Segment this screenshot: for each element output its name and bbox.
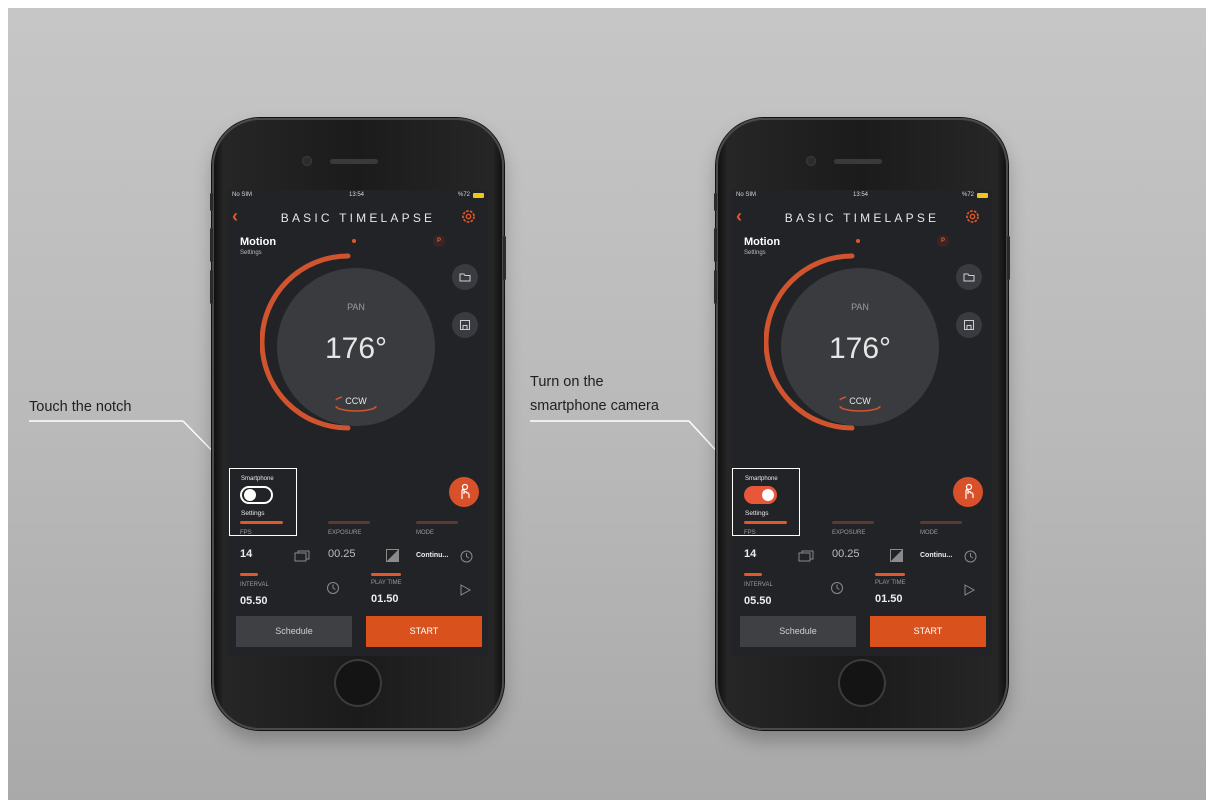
interval-indicator — [240, 573, 258, 576]
dial-direction-label: CCW — [345, 396, 367, 406]
highlight-box-right — [732, 468, 800, 536]
fps-value[interactable]: 14 — [240, 548, 252, 560]
exposure-indicator — [328, 521, 370, 524]
app-screen: No SIM 13:54 %72 ‹ BASIC TIMELAPSE Motio… — [228, 190, 488, 656]
clock-label: 13:54 — [853, 192, 869, 198]
carrier-label: No SIM — [232, 192, 253, 198]
exposure-label: EXPOSURE — [328, 530, 362, 536]
folder-button[interactable] — [956, 264, 982, 290]
playtime-indicator — [875, 573, 905, 576]
frames-icon — [294, 550, 310, 562]
callout-touch-notch: Touch the notch — [29, 399, 132, 415]
folder-button[interactable] — [452, 264, 478, 290]
exposure-value[interactable]: 00.25 — [832, 548, 860, 560]
earpiece-speaker — [834, 159, 882, 164]
screen-title: BASIC TIMELAPSE — [280, 211, 436, 225]
interval-indicator — [744, 573, 762, 576]
dial-angle-value: 176° — [325, 332, 387, 365]
page-indicator-dot — [352, 239, 356, 243]
play-icon[interactable] — [963, 584, 975, 596]
interval-timer-icon — [831, 582, 843, 594]
earpiece-speaker — [330, 159, 378, 164]
callout-turn-on-camera: Turn on the smartphone camera — [530, 374, 659, 414]
gear-icon[interactable] — [460, 208, 477, 225]
status-bar: No SIM 13:54 %72 — [228, 192, 488, 202]
folder-icon — [963, 273, 975, 282]
exposure-label: EXPOSURE — [832, 530, 866, 536]
gear-icon[interactable] — [964, 208, 981, 225]
right-phone: No SIM 13:54 %72 ‹ BASIC TIMELAPSE Motio… — [714, 118, 1010, 730]
home-button[interactable] — [838, 659, 886, 707]
status-bar: No SIM 13:54 %72 — [732, 192, 992, 202]
interval-label: INTERVAL — [744, 582, 773, 588]
hand-touch-icon — [965, 483, 974, 499]
mode-indicator — [416, 521, 458, 524]
front-camera-icon — [807, 157, 815, 165]
interval-value[interactable]: 05.50 — [744, 595, 772, 607]
play-icon[interactable] — [459, 584, 471, 596]
schedule-button[interactable]: Schedule — [236, 616, 352, 647]
mode-indicator — [920, 521, 962, 524]
save-button[interactable] — [452, 312, 478, 338]
battery-icon — [473, 193, 484, 198]
hand-touch-icon — [461, 483, 470, 499]
timer-icon — [964, 550, 977, 563]
mode-value[interactable]: Continu... — [920, 552, 952, 559]
exposure-icon — [386, 549, 399, 562]
front-camera-icon — [303, 157, 311, 165]
playtime-value[interactable]: 01.50 — [371, 593, 399, 605]
carrier-label: No SIM — [736, 192, 757, 198]
clock-label: 13:54 — [349, 192, 365, 198]
joystick-button[interactable] — [953, 477, 983, 507]
save-icon — [964, 320, 974, 330]
timer-icon — [460, 550, 473, 563]
exposure-icon — [890, 549, 903, 562]
joystick-button[interactable] — [449, 477, 479, 507]
background-canvas: Touch the notch Turn on the smartphone c… — [8, 8, 1206, 800]
mode-label: MODE — [416, 530, 434, 536]
home-button[interactable] — [334, 659, 382, 707]
exposure-value[interactable]: 00.25 — [328, 548, 356, 560]
playtime-value[interactable]: 01.50 — [875, 593, 903, 605]
motion-settings-label: Settings — [744, 250, 766, 256]
folder-icon — [459, 273, 471, 282]
interval-value[interactable]: 05.50 — [240, 595, 268, 607]
motion-label: Motion — [240, 236, 277, 248]
p-badge[interactable]: P — [937, 235, 949, 247]
pan-dial[interactable]: PAN 176° CCW — [260, 252, 440, 442]
mode-value[interactable]: Continu... — [416, 552, 448, 559]
mode-label: MODE — [920, 530, 938, 536]
start-button[interactable]: START — [870, 616, 986, 647]
dial-angle-value: 176° — [829, 332, 891, 365]
exposure-indicator — [832, 521, 874, 524]
playtime-label: PLAY TIME — [371, 580, 402, 586]
battery-percent: %72 — [961, 192, 974, 198]
battery-percent: %72 — [457, 192, 470, 198]
motion-label: Motion — [744, 236, 781, 248]
motion-settings-label: Settings — [240, 250, 262, 256]
page-indicator-dot — [856, 239, 860, 243]
screen-title: BASIC TIMELAPSE — [784, 211, 940, 225]
interval-timer-icon — [327, 582, 339, 594]
save-button[interactable] — [956, 312, 982, 338]
interval-label: INTERVAL — [240, 582, 269, 588]
p-badge[interactable]: P — [433, 235, 445, 247]
schedule-button[interactable]: Schedule — [740, 616, 856, 647]
battery-icon — [977, 193, 988, 198]
highlight-box-left — [229, 468, 297, 536]
pan-dial[interactable]: PAN 176° CCW — [764, 252, 944, 442]
dial-axis-label: PAN — [851, 302, 869, 312]
left-phone: No SIM 13:54 %72 ‹ BASIC TIMELAPSE Motio… — [210, 118, 506, 730]
fps-value[interactable]: 14 — [744, 548, 756, 560]
dial-direction-label: CCW — [849, 396, 871, 406]
playtime-label: PLAY TIME — [875, 580, 906, 586]
save-icon — [460, 320, 470, 330]
start-button[interactable]: START — [366, 616, 482, 647]
playtime-indicator — [371, 573, 401, 576]
frames-icon — [798, 550, 814, 562]
app-screen: No SIM 13:54 %72 ‹ BASIC TIMELAPSE Motio… — [732, 190, 992, 656]
dial-axis-label: PAN — [347, 302, 365, 312]
